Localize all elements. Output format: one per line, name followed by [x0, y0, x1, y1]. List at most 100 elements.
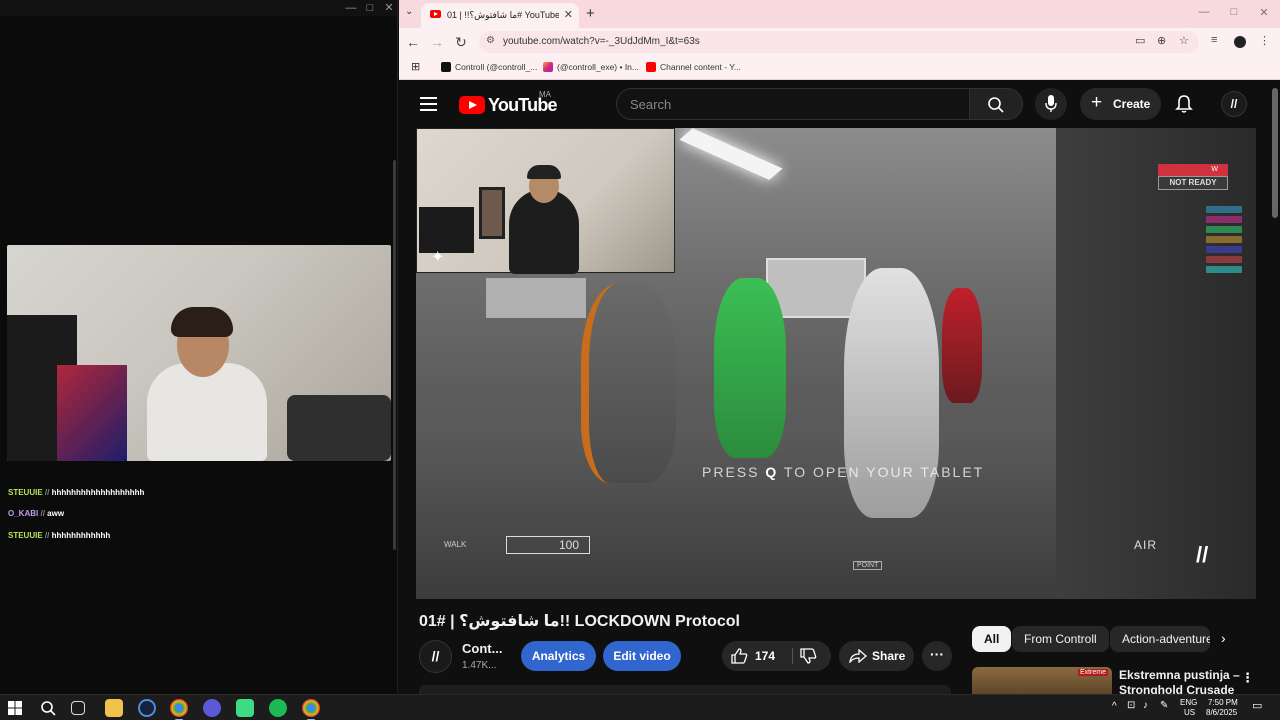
voice-search-button[interactable]: [1035, 88, 1067, 120]
apps-grid-icon[interactable]: ⊞: [411, 60, 420, 73]
chrome-icon[interactable]: [302, 699, 320, 720]
webcam-overlay-monitor: [419, 207, 474, 253]
chat-text: hhhhhhhhhhhhhhhhhhh: [51, 488, 145, 497]
chevron-right-icon[interactable]: ›: [1221, 630, 1226, 646]
spotify-icon[interactable]: [269, 699, 287, 717]
recommended-title[interactable]: Ekstremna pustinja – Stronghold Crusade: [1119, 668, 1245, 694]
chat-message: STEUUIE // hhhhhhhhhhhh: [8, 531, 110, 540]
avatar-mark: //: [1230, 97, 1238, 111]
search-button[interactable]: [970, 88, 1023, 120]
menu-icon[interactable]: ⋮: [1259, 34, 1270, 47]
hamburger-menu-icon[interactable]: [420, 97, 437, 111]
close-icon[interactable]: ✕: [1254, 6, 1274, 19]
astronaut-green: [714, 278, 786, 458]
browser-toolbar: ← → ↻ ⚙ youtube.com/watch?v=-_3UdJdMm_I&…: [399, 28, 1280, 56]
channel-name[interactable]: Cont...: [462, 641, 502, 656]
chat-separator: //: [40, 509, 45, 518]
page-scrollbar[interactable]: [1272, 88, 1278, 218]
maximize-icon[interactable]: □: [362, 1, 378, 15]
app-c-icon[interactable]: [138, 699, 156, 717]
tab-close-icon[interactable]: ✕: [564, 8, 573, 21]
more-actions-icon[interactable]: ···: [922, 641, 952, 671]
thumbs-down-icon[interactable]: [800, 648, 817, 664]
recommended-menu-icon[interactable]: ⋮: [1241, 670, 1254, 686]
hud-status-text: NOT READY: [1158, 176, 1228, 190]
site-info-icon[interactable]: ⚙: [486, 35, 495, 46]
address-bar[interactable]: ⚙ youtube.com/watch?v=-_3UdJdMm_I&t=63s …: [479, 31, 1199, 53]
reload-icon[interactable]: ↻: [451, 34, 471, 50]
tab-search-icon[interactable]: ⌄: [405, 6, 413, 17]
account-avatar[interactable]: //: [1221, 91, 1247, 117]
notifications-bell-icon[interactable]: [1175, 94, 1193, 119]
channel-subscribers: 1.47K...: [462, 660, 497, 671]
hud-player-tag: [1206, 256, 1242, 263]
region-code: MA: [539, 90, 551, 99]
bookmark-label: Channel content - Y...: [660, 62, 741, 72]
chip-action-adventure[interactable]: Action-adventure: [1110, 626, 1210, 652]
chat-separator: //: [44, 488, 50, 497]
volume-icon[interactable]: ♪: [1143, 700, 1148, 711]
profile-avatar[interactable]: [1234, 36, 1246, 48]
notifications-icon[interactable]: ▭: [1252, 699, 1262, 712]
network-icon[interactable]: ⊡: [1127, 700, 1135, 711]
search-input[interactable]: Search: [616, 88, 970, 120]
recommended-thumbnail[interactable]: Extreme: [972, 667, 1112, 694]
android-app-icon[interactable]: [236, 699, 254, 717]
file-explorer-icon[interactable]: [105, 699, 123, 717]
browser-tab[interactable]: ما شافتوش؟!! | 01# YouTube ✕: [421, 3, 579, 28]
chat-message: STEUUIE // hhhhhhhhhhhhhhhhhhh: [8, 488, 144, 497]
zoom-icon[interactable]: ⊕: [1157, 34, 1166, 47]
task-view-icon[interactable]: [71, 701, 85, 715]
windows-start-icon[interactable]: [8, 701, 22, 715]
bookmark-star-icon[interactable]: ☆: [1179, 34, 1189, 47]
language-indicator[interactable]: ENG: [1180, 698, 1197, 707]
microphone-icon: [1045, 95, 1057, 112]
new-tab-icon[interactable]: +: [586, 5, 595, 22]
chip-all[interactable]: All: [972, 626, 1012, 652]
clock-time[interactable]: 7:50 PM: [1208, 698, 1238, 707]
thumbs-up-icon[interactable]: [731, 648, 748, 664]
chat-text: hhhhhhhhhhhh: [51, 531, 111, 540]
bookmark-youtube[interactable]: Channel content - Y...: [646, 62, 741, 72]
clock-date: 8/6/2025: [1206, 708, 1238, 717]
hud-player-tag: [1206, 216, 1242, 223]
bookmark-label: (@controll_exe) • In...: [557, 62, 639, 72]
chrome-icon[interactable]: [170, 699, 188, 720]
like-count: 174: [755, 649, 776, 663]
channel-avatar[interactable]: //: [419, 640, 452, 673]
hud-point-text: POINT: [857, 562, 879, 569]
chat-window-titlebar: — □ ✕: [0, 0, 397, 16]
instagram-icon: [543, 62, 553, 72]
media-controls-icon[interactable]: ≡: [1211, 34, 1217, 46]
minimize-icon[interactable]: —: [1194, 6, 1214, 18]
forward-icon[interactable]: →: [427, 34, 447, 50]
hud-player-tag: [1206, 236, 1242, 243]
chat-username: O_KABI: [8, 509, 39, 518]
maximize-icon[interactable]: □: [1224, 6, 1244, 18]
create-button[interactable]: + Create: [1080, 88, 1161, 120]
thumbnail-badge: Extreme: [1077, 669, 1108, 676]
bookmark-instagram[interactable]: (@controll_exe) • In...: [543, 62, 639, 72]
chat-scrollbar[interactable]: [393, 160, 396, 550]
close-icon[interactable]: ✕: [381, 1, 397, 15]
webcam-person-hair: [171, 307, 233, 337]
back-icon[interactable]: ←: [403, 34, 423, 50]
video-player[interactable]: PRESS Q TO OPEN YOUR TABLET W NOT READY: [416, 128, 1256, 599]
taskbar-search-icon[interactable]: [40, 700, 56, 716]
share-button[interactable]: Share: [839, 641, 914, 671]
share-label: Share: [872, 649, 906, 663]
cast-icon[interactable]: ▭: [1135, 34, 1145, 47]
description-box[interactable]: [419, 685, 951, 694]
like-separator: [792, 648, 793, 664]
analytics-button[interactable]: Analytics: [521, 641, 596, 671]
chip-from-channel[interactable]: From Controll: [1012, 626, 1109, 652]
pen-icon[interactable]: ✎: [1160, 700, 1168, 711]
create-label: Create: [1113, 97, 1151, 111]
hud-point-label: POINT: [853, 561, 883, 570]
minimize-icon[interactable]: —: [343, 1, 359, 15]
bookmark-tiktok[interactable]: Controll (@controll_...: [441, 62, 537, 72]
scene-right-wall: [1056, 128, 1256, 599]
obs-icon[interactable]: [203, 699, 221, 717]
tray-chevron-up-icon[interactable]: ^: [1112, 701, 1117, 712]
edit-video-button[interactable]: Edit video: [603, 641, 681, 671]
